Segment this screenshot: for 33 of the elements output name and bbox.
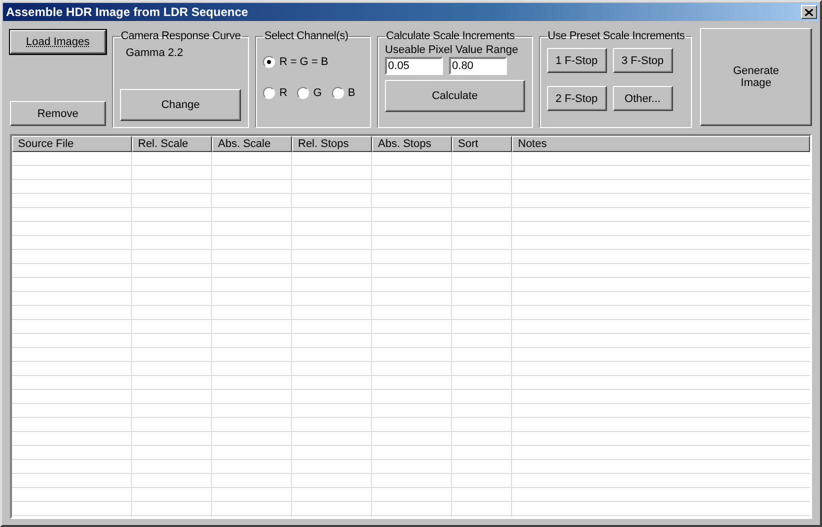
change-button[interactable]: Change (120, 89, 242, 121)
column-header[interactable]: Sort (452, 136, 512, 152)
generate-image-button[interactable]: Generate Image (700, 28, 812, 126)
preset-button[interactable]: 2 F-Stop (546, 86, 607, 111)
input-field[interactable]: 0.05 (385, 57, 444, 75)
curve-value: Gamma 2.2 (126, 47, 184, 59)
column-header[interactable]: Abs. Scale (212, 136, 292, 152)
column-header[interactable]: Abs. Stops (372, 136, 452, 152)
preset-button[interactable]: 1 F-Stop (546, 48, 607, 73)
column-header[interactable]: Source File (12, 136, 132, 152)
radio-option[interactable]: B (332, 87, 356, 99)
column-header[interactable]: Rel. Scale (132, 136, 212, 152)
preset-button[interactable]: 3 F-Stop (612, 48, 673, 73)
radio-label: B (348, 87, 356, 99)
preset-button[interactable]: Other... (612, 86, 673, 111)
column-header[interactable]: Rel. Stops (292, 136, 372, 152)
group-title: Use Preset Scale Increments (546, 30, 686, 42)
radio-option[interactable]: R = G = B (263, 56, 328, 68)
range-label: Useable Pixel Value Range (385, 44, 520, 56)
radio-option[interactable]: G (297, 87, 322, 99)
calculate-button[interactable]: Calculate (385, 80, 525, 112)
group-title: Camera Response Curve (120, 30, 242, 42)
radio-option[interactable]: R (263, 87, 288, 99)
remove-button[interactable]: Remove (10, 101, 106, 126)
radio-label: G (313, 87, 322, 99)
group-title: Calculate Scale Increments (385, 30, 516, 42)
window-title: Assemble HDR Image from LDR Sequence (6, 5, 248, 19)
radio-label: R (279, 87, 288, 99)
radio-label: R = G = B (279, 56, 328, 68)
input-field[interactable]: 0.80 (449, 57, 508, 75)
group-title: Select Channel(s) (263, 30, 350, 42)
load-images-button[interactable]: Load Images (10, 30, 106, 54)
column-header[interactable]: Notes (512, 136, 810, 152)
